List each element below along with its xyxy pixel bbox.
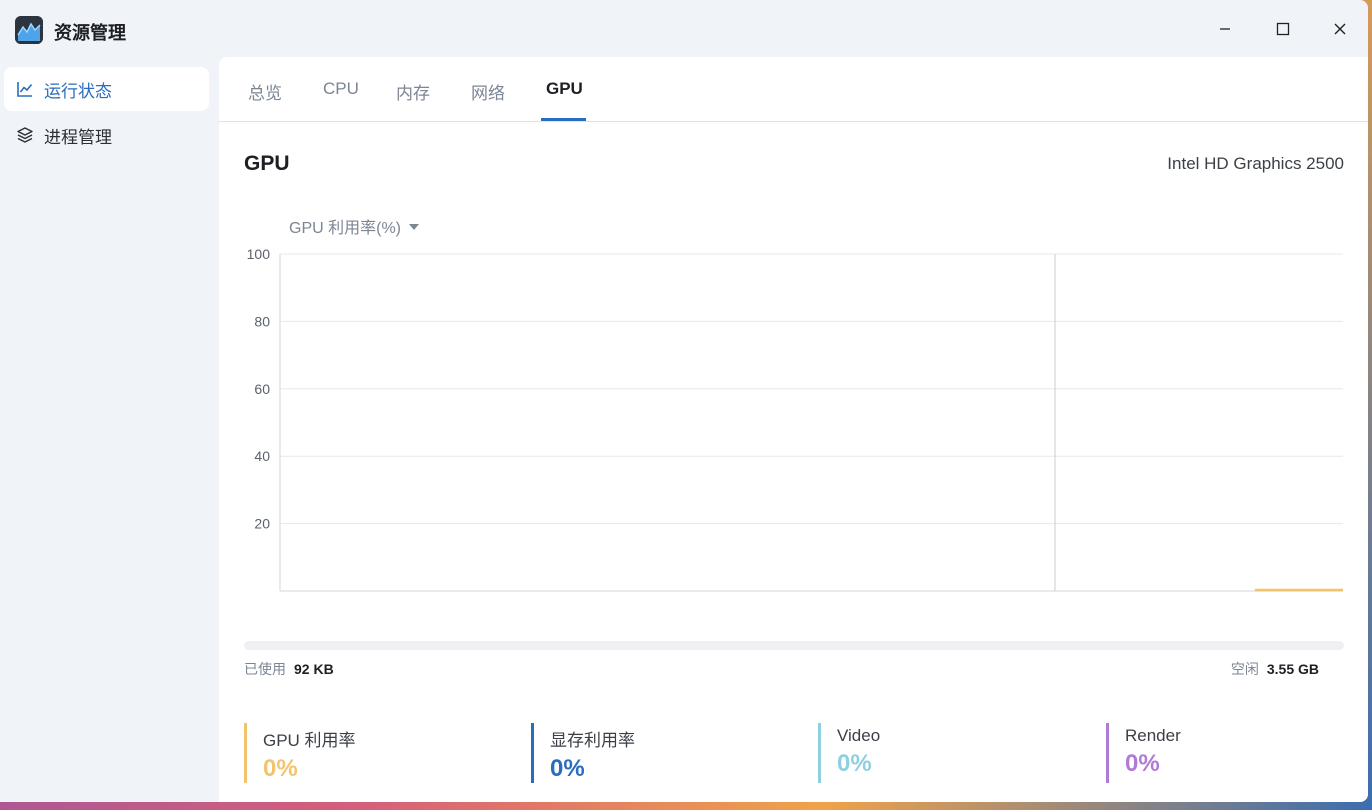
stat-label: GPU 利用率	[263, 731, 356, 750]
memory-usage-bar	[244, 641, 1344, 650]
y-tick-label: 40	[254, 448, 270, 464]
stat-label: Render	[1125, 726, 1181, 745]
stat-label: 显存利用率	[550, 731, 635, 750]
stat-render: Render 0%	[1106, 723, 1181, 783]
y-tick-label: 60	[254, 381, 270, 397]
memory-free-value: 3.55 GB	[1266, 661, 1319, 677]
sidebar-item-processes[interactable]: 进程管理	[4, 113, 209, 157]
stat-label: Video	[837, 726, 881, 745]
stat-value: 0%	[1125, 750, 1160, 777]
layers-icon	[17, 127, 33, 143]
memory-free-label: 空闲	[1230, 661, 1259, 677]
gpu-usage-chart: 100 80 60 40 20	[247, 246, 1343, 592]
stat-video: Video 0%	[818, 723, 880, 783]
y-tick-label: 80	[254, 313, 270, 329]
line-chart-icon	[17, 82, 33, 97]
main-panel: 总览 CPU 内存 网络 GPU GPU Intel HD Graphics 2…	[219, 57, 1368, 802]
memory-free: 空闲 3.55 GB	[1231, 659, 1319, 679]
minimize-icon	[1220, 28, 1230, 30]
y-tick-label: 100	[247, 246, 271, 262]
stat-value: 0%	[550, 755, 585, 782]
memory-used-value: 92 KB	[294, 661, 334, 677]
app-logo-icon	[15, 16, 43, 44]
close-button[interactable]	[1325, 14, 1355, 44]
title-bar: 资源管理	[0, 0, 1368, 58]
sidebar-item-status[interactable]: 运行状态	[4, 67, 209, 111]
sidebar: 运行状态 进程管理	[0, 58, 218, 802]
stat-value: 0%	[263, 755, 298, 782]
stat-value: 0%	[837, 750, 872, 777]
memory-used-label: 已使用	[244, 661, 286, 677]
sidebar-item-label: 运行状态	[44, 81, 112, 101]
stat-vram-usage: 显存利用率 0%	[531, 723, 635, 783]
stat-gpu-usage: GPU 利用率 0%	[244, 723, 356, 783]
app-window: 资源管理 运行状态 进程管理 总览 CPU 内存 网络 GPU GPU Inte…	[0, 0, 1368, 802]
sidebar-item-label: 进程管理	[44, 127, 112, 147]
maximize-button[interactable]	[1268, 14, 1298, 44]
y-tick-label: 20	[254, 516, 270, 532]
maximize-icon	[1276, 22, 1290, 36]
minimize-button[interactable]	[1210, 14, 1240, 44]
app-title: 资源管理	[54, 23, 126, 43]
memory-used: 已使用 92 KB	[244, 659, 334, 679]
close-icon	[1334, 23, 1346, 35]
